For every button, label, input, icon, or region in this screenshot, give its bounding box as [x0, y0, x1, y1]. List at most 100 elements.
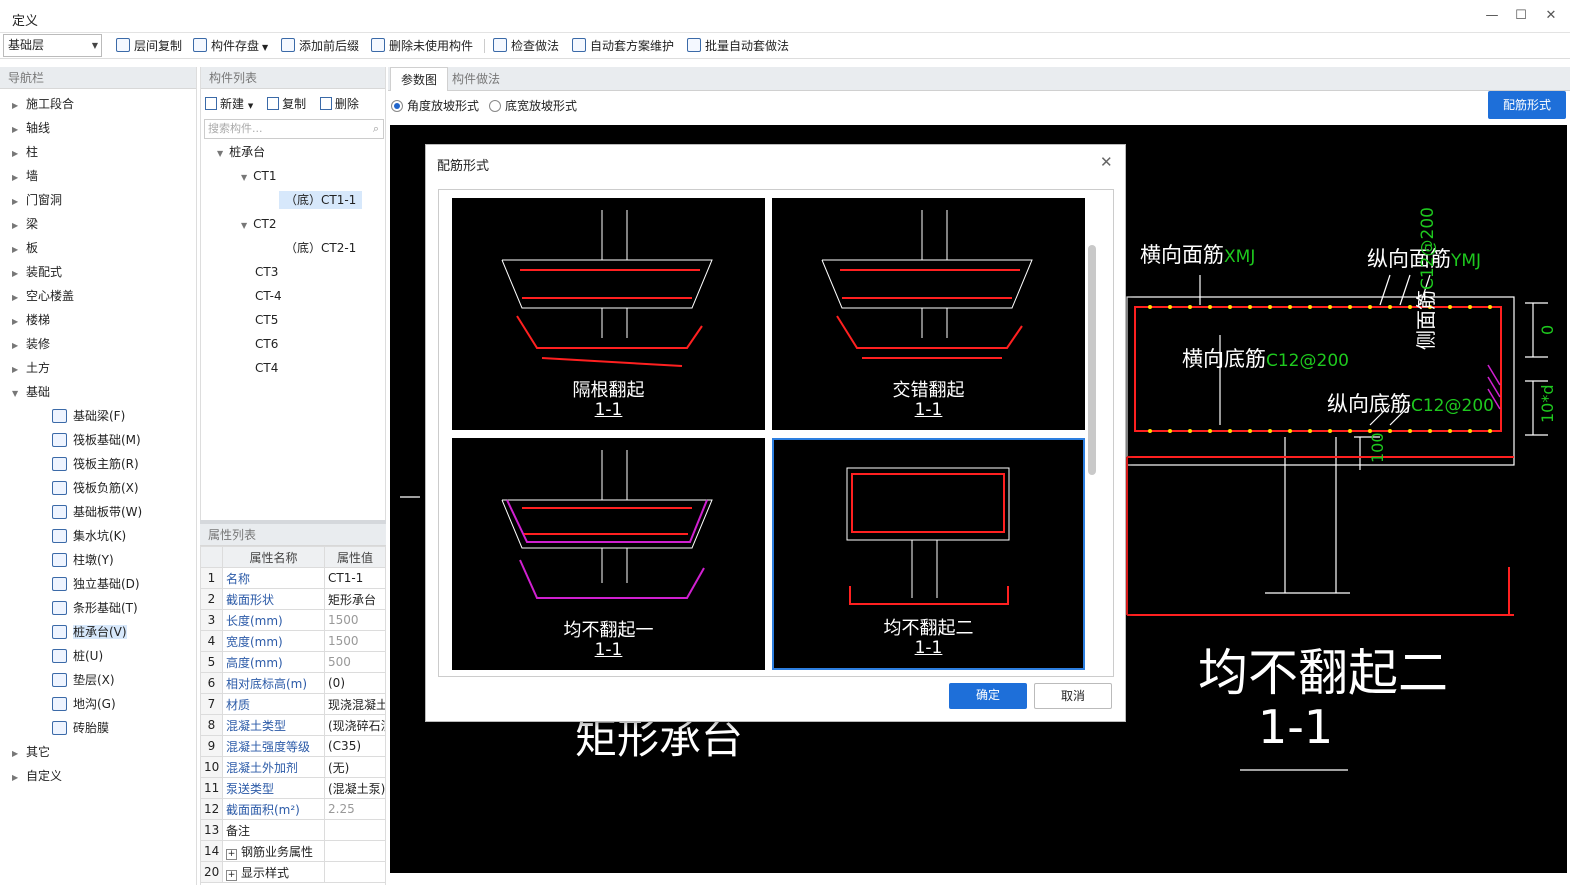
tree-node-selected[interactable]: （底）CT1-1: [201, 188, 385, 212]
nav-item-foundation[interactable]: ▼ 基础: [0, 380, 196, 404]
new-button[interactable]: 新建 ▼: [205, 95, 253, 112]
prop-value[interactable]: 500: [324, 651, 386, 673]
nav-item[interactable]: ▶ 门窗洞: [0, 188, 196, 212]
expand-icon[interactable]: +: [226, 869, 237, 881]
tree-node[interactable]: ▼ CT1: [201, 164, 385, 188]
nav-item[interactable]: ▶ 板: [0, 236, 196, 260]
radio-width-slope[interactable]: 底宽放坡形式: [489, 97, 577, 114]
nav-item[interactable]: ▶ 施工段合: [0, 92, 196, 116]
nav-item[interactable]: ▶ 空心楼盖: [0, 284, 196, 308]
delete-button[interactable]: 删除: [319, 95, 359, 112]
option-staggered-bend[interactable]: 交错翻起 1-1: [772, 198, 1085, 430]
nav-sub-item[interactable]: 砖胎膜: [0, 716, 196, 740]
prop-value[interactable]: [324, 819, 386, 841]
minimize-icon[interactable]: —: [1484, 8, 1500, 24]
prop-value[interactable]: (C35): [324, 735, 386, 757]
save-component-button[interactable]: 构件存盘 ▼: [193, 38, 268, 54]
tree-node[interactable]: CT-4: [201, 284, 385, 308]
nav-item[interactable]: ▶ 装修: [0, 332, 196, 356]
prop-value[interactable]: (无): [324, 756, 386, 778]
tree-node[interactable]: CT3: [201, 260, 385, 284]
tree-node[interactable]: ▼ CT2: [201, 212, 385, 236]
prop-value[interactable]: 矩形承台: [324, 588, 386, 610]
table-row[interactable]: 2 截面形状 矩形承台: [200, 588, 386, 610]
table-row[interactable]: 6 相对底标高(m) (0): [200, 672, 386, 694]
nav-sub-item[interactable]: 集水坑(K): [0, 524, 196, 548]
add-prefix-suffix-button[interactable]: 添加前后缀: [281, 38, 359, 54]
nav-item[interactable]: ▶ 装配式: [0, 260, 196, 284]
table-row[interactable]: 13 备注: [200, 819, 386, 841]
close-icon[interactable]: ✕: [1100, 153, 1113, 171]
maximize-icon[interactable]: ☐: [1513, 8, 1529, 24]
option-no-bend-two-selected[interactable]: 均不翻起二 1-1: [772, 438, 1085, 670]
nav-item[interactable]: ▶ 柱: [0, 140, 196, 164]
nav-sub-item[interactable]: 地沟(G): [0, 692, 196, 716]
tree-node[interactable]: CT5: [201, 308, 385, 332]
tab-component-method[interactable]: 构件做法: [442, 67, 510, 91]
tree-node[interactable]: （底）CT2-1: [201, 236, 385, 260]
nav-item[interactable]: ▶ 自定义: [0, 764, 196, 788]
nav-item[interactable]: ▶ 土方: [0, 356, 196, 380]
nav-sub-item[interactable]: 桩(U): [0, 644, 196, 668]
copy-between-floors-button[interactable]: 层间复制: [116, 38, 182, 54]
table-row[interactable]: 9 混凝土强度等级 (C35): [200, 735, 386, 757]
nav-sub-item[interactable]: 基础梁(F): [0, 404, 196, 428]
table-row[interactable]: 11 泵送类型 (混凝土泵): [200, 777, 386, 799]
tab-parameter-diagram[interactable]: 参数图: [390, 67, 449, 91]
prop-value[interactable]: (0): [324, 672, 386, 694]
table-row[interactable]: 8混凝土类型(现浇碎石混: [200, 714, 386, 736]
prop-value[interactable]: 1500: [324, 630, 386, 652]
prop-value[interactable]: (混凝土泵): [324, 777, 386, 799]
batch-auto-button[interactable]: 批量自动套做法: [687, 38, 789, 54]
rebar-form-button[interactable]: 配筋形式: [1488, 91, 1566, 119]
radio-angle-slope[interactable]: 角度放坡形式: [391, 97, 479, 114]
nav-item[interactable]: ▶ 梁: [0, 212, 196, 236]
nav-item[interactable]: ▶ 墙: [0, 164, 196, 188]
floor-select[interactable]: 基础层 ▼: [3, 34, 102, 57]
cancel-button[interactable]: 取消: [1034, 683, 1112, 709]
nav-sub-item[interactable]: 独立基础(D): [0, 572, 196, 596]
nav-sub-item[interactable]: 条形基础(T): [0, 596, 196, 620]
table-row[interactable]: 5 高度(mm) 500: [200, 651, 386, 673]
nav-sub-item[interactable]: 垫层(X): [0, 668, 196, 692]
nav-sub-item[interactable]: 柱墩(Y): [0, 548, 196, 572]
prop-name-group[interactable]: + 钢筋业务属性: [222, 840, 325, 862]
table-row[interactable]: 12 截面面积(m²) 2.25: [200, 798, 386, 820]
table-row[interactable]: 14 + 钢筋业务属性: [200, 840, 386, 862]
prop-value[interactable]: 现浇混凝土: [324, 693, 386, 715]
expand-icon[interactable]: +: [226, 848, 237, 860]
prop-value[interactable]: 1500: [324, 609, 386, 631]
table-row[interactable]: 1 名称 CT1-1: [200, 567, 386, 589]
nav-sub-item[interactable]: 筏板主筋(R): [0, 452, 196, 476]
ok-button[interactable]: 确定: [949, 683, 1027, 709]
table-row[interactable]: 3 长度(mm) 1500: [200, 609, 386, 631]
search-input[interactable]: 搜索构件... ⌕: [204, 119, 384, 139]
table-row[interactable]: 7 材质 现浇混凝土: [200, 693, 386, 715]
tree-node-root[interactable]: ▼ 桩承台: [201, 140, 385, 164]
table-row[interactable]: 4 宽度(mm) 1500: [200, 630, 386, 652]
close-icon[interactable]: ✕: [1543, 8, 1559, 24]
auto-scheme-button[interactable]: 自动套方案维护: [572, 38, 674, 54]
prop-name-group[interactable]: + 显示样式: [222, 861, 325, 883]
prop-value[interactable]: 2.25: [324, 798, 386, 820]
prop-value[interactable]: CT1-1: [324, 567, 386, 589]
nav-sub-item[interactable]: 基础板带(W): [0, 500, 196, 524]
table-row[interactable]: 10 混凝土外加剂 (无): [200, 756, 386, 778]
option-alternate-bend[interactable]: 隔根翻起 1-1: [452, 198, 765, 430]
chevron-right-icon: ▶: [12, 317, 19, 326]
copy-button[interactable]: 复制: [267, 95, 306, 112]
option-no-bend-one[interactable]: 均不翻起一 1-1: [452, 438, 765, 670]
tree-node[interactable]: CT4: [201, 356, 385, 380]
nav-item[interactable]: ▶ 楼梯: [0, 308, 196, 332]
delete-unused-button[interactable]: 删除未使用构件: [371, 38, 473, 54]
tree-node[interactable]: CT6: [201, 332, 385, 356]
nav-sub-item[interactable]: 筏板负筋(X): [0, 476, 196, 500]
nav-item[interactable]: ▶ 其它: [0, 740, 196, 764]
nav-sub-item[interactable]: 筏板基础(M): [0, 428, 196, 452]
table-row[interactable]: 20 + 显示样式: [200, 861, 386, 883]
prop-value[interactable]: (现浇碎石混: [324, 714, 386, 736]
scrollbar[interactable]: [1088, 245, 1096, 475]
check-method-button[interactable]: 检查做法: [493, 38, 559, 54]
nav-sub-item-pile-cap[interactable]: 桩承台(V): [0, 620, 196, 644]
nav-item[interactable]: ▶ 轴线: [0, 116, 196, 140]
